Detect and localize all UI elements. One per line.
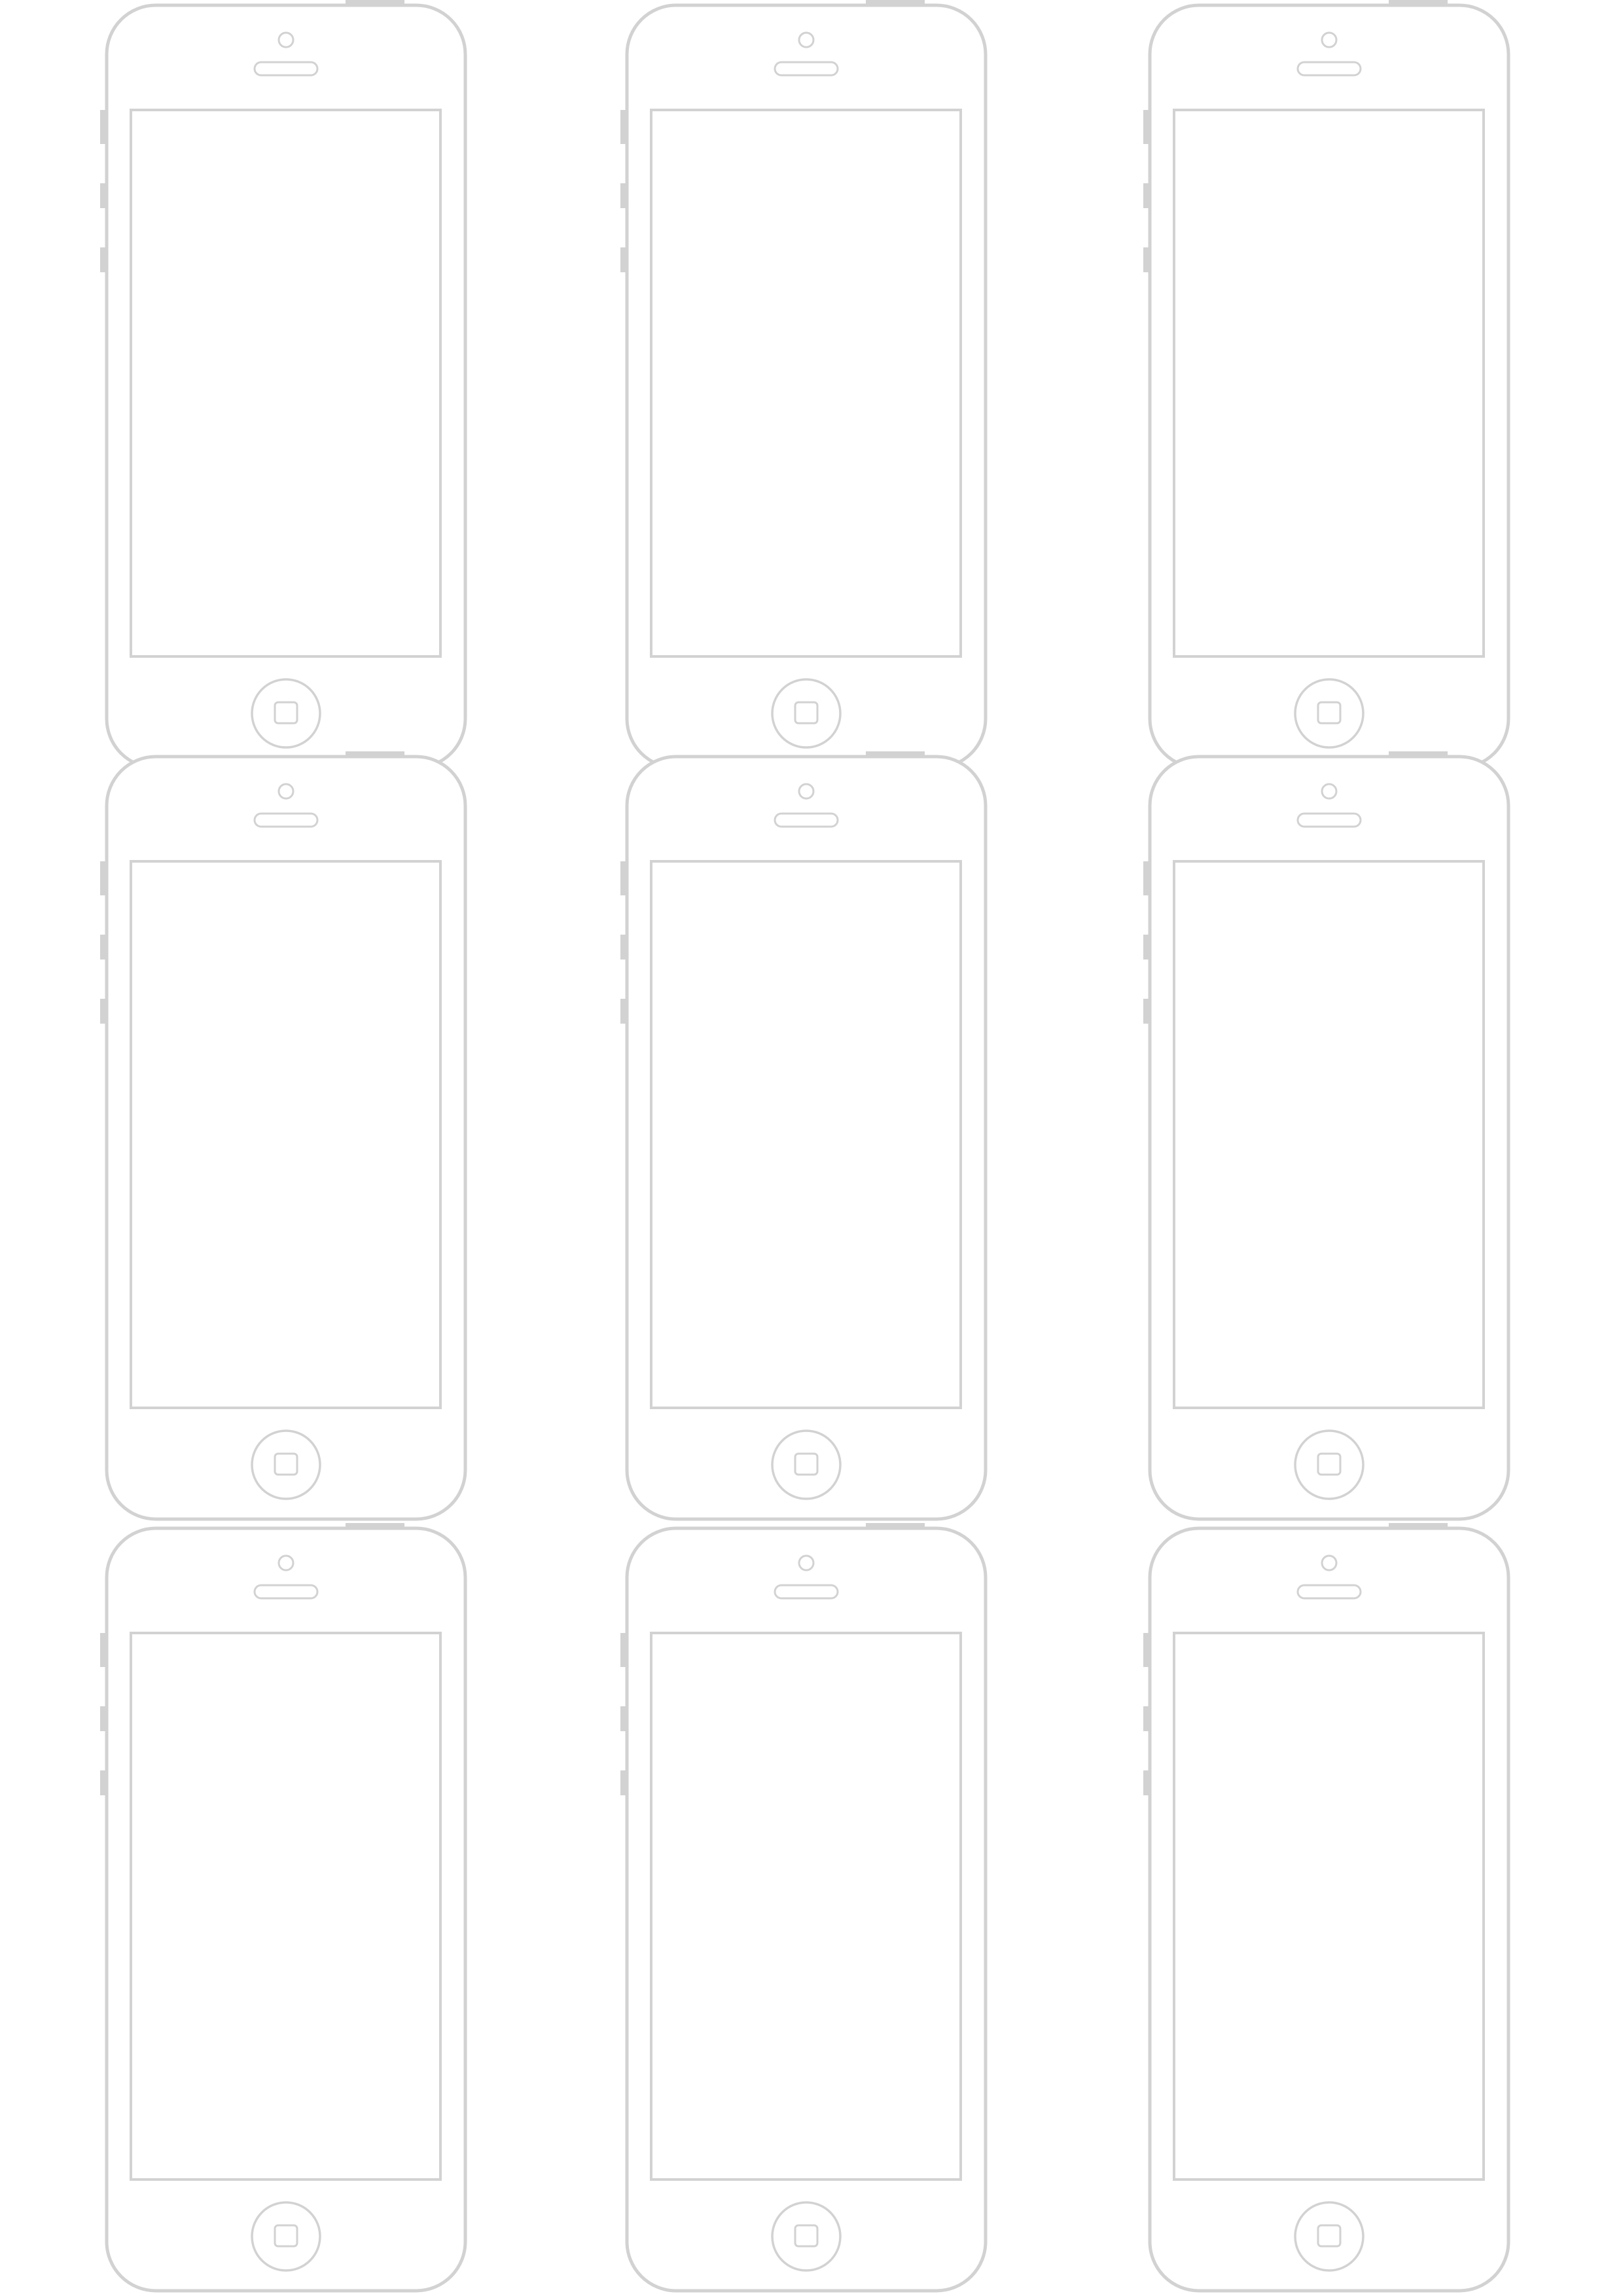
front-camera bbox=[277, 1554, 294, 1571]
home-button-icon bbox=[1317, 1452, 1342, 1476]
home-button-icon bbox=[794, 701, 819, 725]
front-camera bbox=[798, 31, 815, 48]
phone-screen bbox=[650, 109, 962, 658]
home-button-icon bbox=[274, 701, 298, 725]
home-button-icon bbox=[1317, 2224, 1342, 2248]
phone-screen bbox=[1173, 1632, 1485, 2181]
phone-screen bbox=[1173, 860, 1485, 1409]
earpiece-speaker bbox=[1296, 1584, 1362, 1600]
home-button-icon bbox=[794, 1452, 819, 1476]
phone-wireframe bbox=[100, 751, 467, 1521]
earpiece-speaker bbox=[1296, 61, 1362, 77]
phone-wireframe bbox=[620, 1523, 988, 2293]
front-camera bbox=[1321, 783, 1338, 800]
phone-screen bbox=[1173, 109, 1485, 658]
earpiece-speaker bbox=[774, 812, 839, 828]
front-camera bbox=[1321, 1554, 1338, 1571]
phone-wireframe bbox=[620, 751, 988, 1521]
phone-wireframe bbox=[100, 1523, 467, 2293]
phone-wireframe bbox=[100, 0, 467, 770]
phone-wireframe bbox=[1143, 1523, 1510, 2293]
wireframe-sheet bbox=[100, 0, 1510, 2293]
phone-screen bbox=[130, 860, 442, 1409]
earpiece-speaker bbox=[774, 61, 839, 77]
phone-wireframe bbox=[1143, 751, 1510, 1521]
earpiece-speaker bbox=[253, 61, 319, 77]
phone-wireframe bbox=[620, 0, 988, 770]
phone-screen bbox=[650, 1632, 962, 2181]
front-camera bbox=[277, 31, 294, 48]
earpiece-speaker bbox=[253, 1584, 319, 1600]
front-camera bbox=[798, 1554, 815, 1571]
home-button-icon bbox=[1317, 701, 1342, 725]
front-camera bbox=[277, 783, 294, 800]
earpiece-speaker bbox=[774, 1584, 839, 1600]
home-button-icon bbox=[274, 1452, 298, 1476]
phone-wireframe bbox=[1143, 0, 1510, 770]
phone-screen bbox=[130, 1632, 442, 2181]
phone-screen bbox=[650, 860, 962, 1409]
front-camera bbox=[1321, 31, 1338, 48]
earpiece-speaker bbox=[253, 812, 319, 828]
home-button-icon bbox=[794, 2224, 819, 2248]
phone-screen bbox=[130, 109, 442, 658]
front-camera bbox=[798, 783, 815, 800]
earpiece-speaker bbox=[1296, 812, 1362, 828]
home-button-icon bbox=[274, 2224, 298, 2248]
